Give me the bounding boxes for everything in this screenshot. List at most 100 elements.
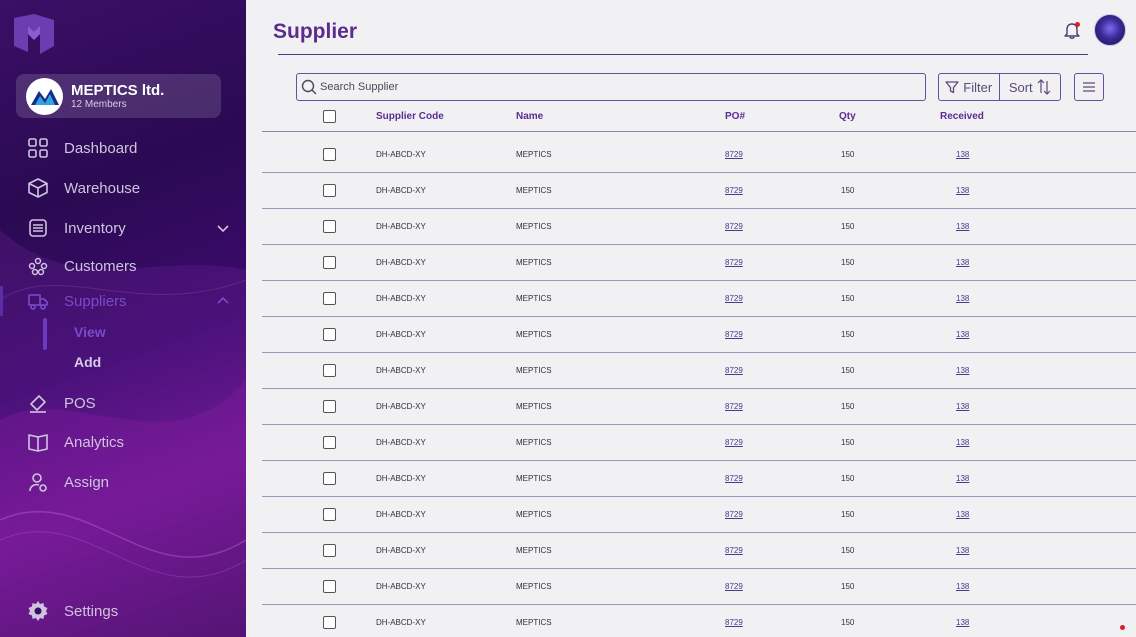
row-checkbox[interactable] (323, 148, 336, 161)
app-logo[interactable] (10, 12, 58, 56)
row-checkbox[interactable] (323, 472, 336, 485)
header-name[interactable]: Name (516, 111, 543, 122)
sidebar-item-settings[interactable]: Settings (26, 598, 118, 624)
customers-icon (26, 254, 50, 278)
table-row[interactable]: DH-ABCD-XY MEPTICS 8729 150 138 (262, 353, 1136, 389)
sidebar-item-dashboard[interactable]: Dashboard (26, 135, 137, 161)
cell-received-link[interactable]: 138 (956, 366, 969, 375)
row-checkbox[interactable] (323, 364, 336, 377)
cell-received-link[interactable]: 138 (956, 222, 969, 231)
row-checkbox[interactable] (323, 292, 336, 305)
cell-received-link[interactable]: 138 (956, 618, 969, 627)
sidebar-item-label: Analytics (64, 433, 125, 451)
table-row[interactable]: DH-ABCD-XY MEPTICS 8729 150 138 (262, 389, 1136, 425)
row-checkbox[interactable] (323, 220, 336, 233)
sidebar-item-pos[interactable]: POS (26, 390, 96, 416)
cell-po-link[interactable]: 8729 (725, 186, 743, 195)
pos-icon (26, 391, 50, 415)
cell-po-link[interactable]: 8729 (725, 222, 743, 231)
cell-po-link[interactable]: 8729 (725, 402, 743, 411)
cell-po-link[interactable]: 8729 (725, 294, 743, 303)
row-checkbox[interactable] (323, 256, 336, 269)
user-assign-icon (26, 470, 50, 494)
sort-label: Sort (1008, 79, 1033, 95)
search-bar[interactable] (296, 73, 926, 101)
cell-po-link[interactable]: 8729 (725, 510, 743, 519)
cell-po-link[interactable]: 8729 (725, 618, 743, 627)
sidebar-item-analytics[interactable]: Analytics (26, 429, 124, 455)
cell-po-link[interactable]: 8729 (725, 330, 743, 339)
cell-name: MEPTICS (516, 618, 552, 627)
cell-received-link[interactable]: 138 (956, 546, 969, 555)
cell-received-link[interactable]: 138 (956, 582, 969, 591)
table-row[interactable]: DH-ABCD-XY MEPTICS 8729 150 138 (262, 461, 1136, 497)
row-checkbox[interactable] (323, 184, 336, 197)
cell-po-link[interactable]: 8729 (725, 258, 743, 267)
header-supplier-code[interactable]: Supplier Code (376, 111, 444, 122)
user-avatar[interactable] (1094, 14, 1126, 46)
table-row[interactable]: DH-ABCD-XY MEPTICS 8729 150 138 (262, 137, 1136, 173)
sidebar-subitem-view[interactable]: View (74, 324, 106, 340)
sidebar-subitem-add[interactable]: Add (74, 354, 101, 370)
row-checkbox[interactable] (323, 544, 336, 557)
cell-po-link[interactable]: 8729 (725, 366, 743, 375)
cell-po-link[interactable]: 8729 (725, 582, 743, 591)
filter-button[interactable]: Filter (939, 74, 1000, 100)
row-checkbox[interactable] (323, 580, 336, 593)
sidebar-item-inventory[interactable]: Inventory (26, 215, 229, 241)
chevron-down-icon[interactable] (216, 221, 230, 235)
table-row[interactable]: DH-ABCD-XY MEPTICS 8729 150 138 (262, 209, 1136, 245)
cell-received-link[interactable]: 138 (956, 438, 969, 447)
table-row[interactable]: DH-ABCD-XY MEPTICS 8729 150 138 (262, 425, 1136, 461)
cell-name: MEPTICS (516, 294, 552, 303)
cell-name: MEPTICS (516, 222, 552, 231)
sidebar-item-suppliers[interactable]: Suppliers (26, 288, 229, 314)
cell-po-link[interactable]: 8729 (725, 546, 743, 555)
cell-name: MEPTICS (516, 438, 552, 447)
row-checkbox[interactable] (323, 508, 336, 521)
dashboard-icon (26, 136, 50, 160)
cell-received-link[interactable]: 138 (956, 510, 969, 519)
book-icon (26, 430, 50, 454)
table-row[interactable]: DH-ABCD-XY MEPTICS 8729 150 138 (262, 569, 1136, 605)
table-row[interactable]: DH-ABCD-XY MEPTICS 8729 150 138 (262, 533, 1136, 569)
header-po[interactable]: PO# (725, 111, 745, 122)
cell-po-link[interactable]: 8729 (725, 474, 743, 483)
table-row[interactable]: DH-ABCD-XY MEPTICS 8729 150 138 (262, 605, 1136, 637)
table-row[interactable]: DH-ABCD-XY MEPTICS 8729 150 138 (262, 245, 1136, 281)
cell-received-link[interactable]: 138 (956, 150, 969, 159)
cell-received-link[interactable]: 138 (956, 294, 969, 303)
row-checkbox[interactable] (323, 436, 336, 449)
table-row[interactable]: DH-ABCD-XY MEPTICS 8729 150 138 (262, 281, 1136, 317)
select-all-checkbox[interactable] (323, 110, 336, 123)
table-row[interactable]: DH-ABCD-XY MEPTICS 8729 150 138 (262, 173, 1136, 209)
cell-received-link[interactable]: 138 (956, 402, 969, 411)
cell-po-link[interactable]: 8729 (725, 438, 743, 447)
sidebar-item-warehouse[interactable]: Warehouse (26, 175, 140, 201)
table-row[interactable]: DH-ABCD-XY MEPTICS 8729 150 138 (262, 497, 1136, 533)
cell-received-link[interactable]: 138 (956, 258, 969, 267)
row-checkbox[interactable] (323, 328, 336, 341)
sidebar: MEPTICS ltd. 12 Members Dashboard Wareho… (0, 0, 246, 637)
cell-supplier-code: DH-ABCD-XY (376, 510, 426, 519)
table-row[interactable]: DH-ABCD-XY MEPTICS 8729 150 138 (262, 317, 1136, 353)
sidebar-item-label: Settings (64, 602, 119, 620)
organization-card[interactable]: MEPTICS ltd. 12 Members (16, 74, 221, 118)
sidebar-item-customers[interactable]: Customers (26, 253, 137, 279)
cell-received-link[interactable]: 138 (956, 186, 969, 195)
status-dot (1120, 625, 1125, 630)
row-checkbox[interactable] (323, 616, 336, 629)
cell-name: MEPTICS (516, 582, 552, 591)
search-input[interactable] (320, 81, 910, 93)
cell-received-link[interactable]: 138 (956, 330, 969, 339)
cell-name: MEPTICS (516, 150, 552, 159)
cell-received-link[interactable]: 138 (956, 474, 969, 483)
header-qty[interactable]: Qty (839, 111, 856, 122)
header-received[interactable]: Received (940, 111, 984, 122)
sidebar-item-assign[interactable]: Assign (26, 469, 109, 495)
cell-po-link[interactable]: 8729 (725, 150, 743, 159)
row-checkbox[interactable] (323, 400, 336, 413)
sort-button[interactable]: Sort (1000, 74, 1061, 100)
chevron-up-icon[interactable] (216, 294, 230, 308)
menu-button[interactable] (1074, 73, 1104, 101)
